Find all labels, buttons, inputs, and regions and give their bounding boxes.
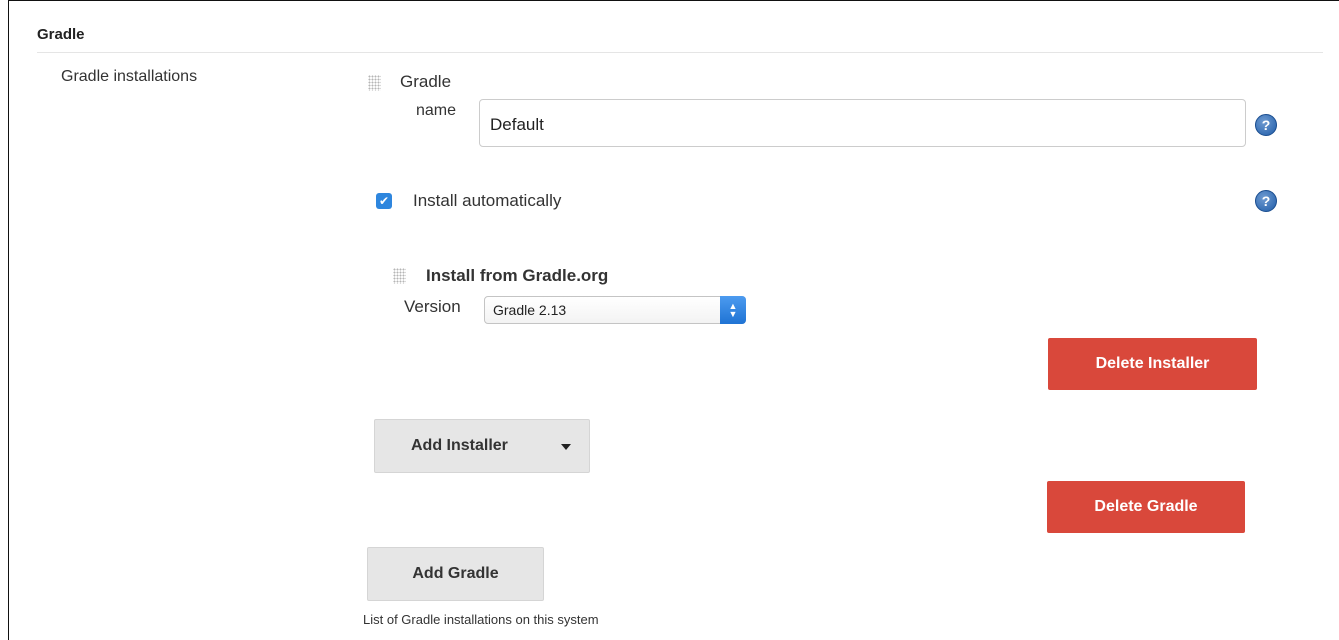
- name-input[interactable]: [479, 99, 1246, 147]
- add-installer-button[interactable]: Add Installer: [374, 419, 590, 473]
- installer-title: Install from Gradle.org: [426, 266, 609, 285]
- name-label: name: [416, 102, 457, 119]
- add-installer-label: Add Installer: [411, 437, 508, 454]
- installation-header: Gradle: [400, 72, 452, 91]
- install-automatically-label: Install automatically: [413, 191, 562, 210]
- version-select[interactable]: Gradle 2.13 ▲ ▼: [484, 296, 746, 324]
- section-divider: [37, 52, 1323, 53]
- version-label: Version: [404, 297, 461, 316]
- delete-installer-button[interactable]: Delete Installer: [1048, 338, 1257, 390]
- install-automatically-checkbox[interactable]: ✔: [376, 193, 392, 209]
- help-icon[interactable]: ?: [1255, 190, 1277, 212]
- delete-gradle-button[interactable]: Delete Gradle: [1047, 481, 1245, 533]
- select-arrows-icon: ▲ ▼: [720, 296, 746, 324]
- caret-down-icon: [561, 444, 571, 450]
- help-icon[interactable]: ?: [1255, 114, 1277, 136]
- checkmark-icon: ✔: [378, 194, 390, 208]
- gradle-installations-label: Gradle installations: [61, 68, 198, 85]
- drag-handle-icon[interactable]: [393, 268, 406, 284]
- drag-handle-icon[interactable]: [368, 75, 381, 91]
- help-text: List of Gradle installations on this sys…: [363, 612, 599, 627]
- section-title: Gradle: [37, 26, 85, 43]
- add-gradle-button[interactable]: Add Gradle: [367, 547, 544, 601]
- version-select-value: Gradle 2.13: [493, 302, 567, 318]
